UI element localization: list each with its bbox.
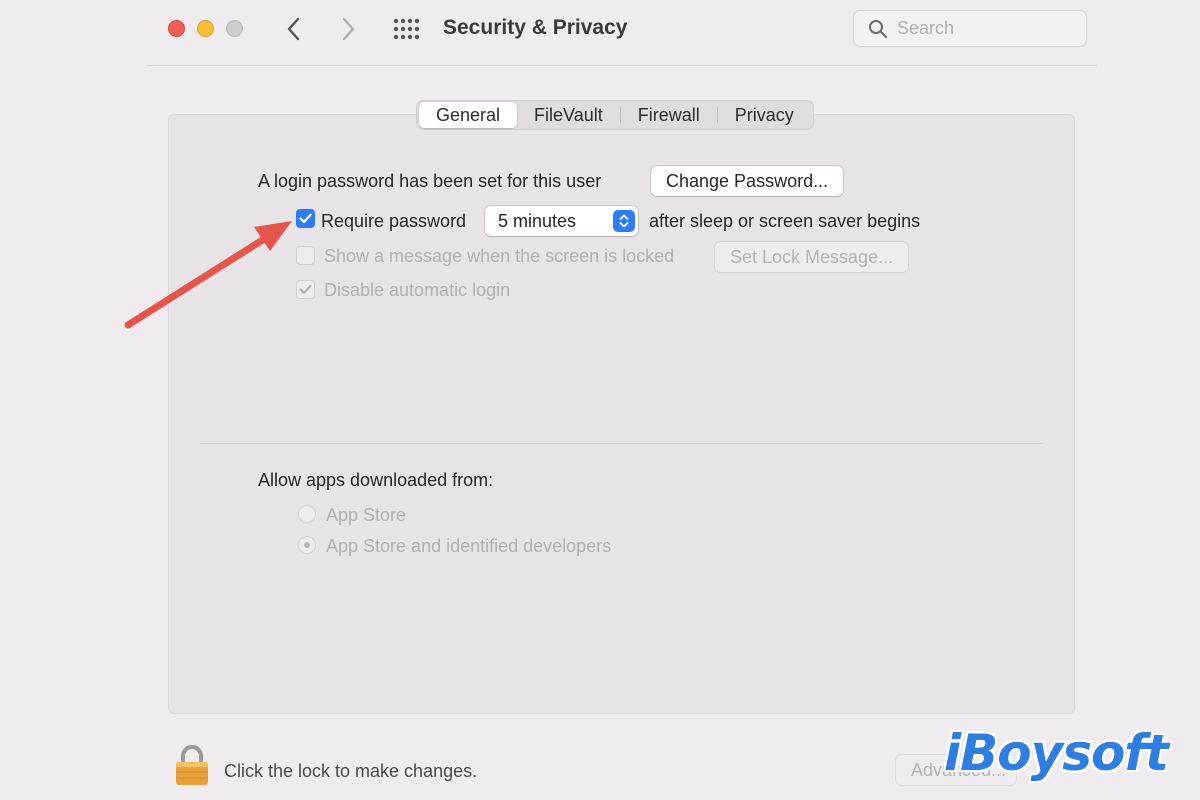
checkmark-icon (299, 284, 312, 294)
radio-app-store-label: App Store (326, 505, 407, 525)
back-button[interactable] (280, 14, 308, 44)
chevron-right-icon (342, 17, 355, 41)
settings-panel (168, 114, 1075, 714)
show-all-button[interactable] (392, 17, 422, 41)
radio-selected-dot (304, 542, 310, 548)
zoom-window-button[interactable] (226, 20, 243, 37)
checkmark-icon (299, 213, 312, 224)
radio-app-store-identified-label: App Store and identified developers (326, 536, 612, 556)
login-password-label: A login password has been set for this u… (258, 171, 602, 191)
radio-app-store-identified[interactable] (298, 536, 316, 554)
forward-button[interactable] (334, 14, 362, 44)
tab-bar: General FileVault Firewall Privacy (416, 100, 814, 130)
tab-privacy[interactable]: Privacy (718, 102, 811, 128)
search-icon (868, 19, 888, 39)
minimize-window-button[interactable] (197, 20, 214, 37)
system-preferences-window: Security & Privacy General FileVault Fir… (0, 0, 1200, 800)
disable-auto-login-label: Disable automatic login (324, 280, 511, 300)
allow-apps-label: Allow apps downloaded from: (258, 470, 494, 490)
lock-message: Click the lock to make changes. (224, 761, 478, 781)
disable-auto-login-checkbox[interactable] (296, 280, 315, 299)
show-message-label: Show a message when the screen is locked (324, 246, 675, 266)
delay-value: 5 minutes (498, 210, 577, 231)
tab-general[interactable]: General (419, 102, 518, 128)
iboysoft-watermark: iBoysoft (944, 724, 1169, 782)
change-password-button[interactable]: Change Password... (651, 166, 844, 196)
window-title: Security & Privacy (443, 16, 628, 39)
tab-filevault[interactable]: FileVault (517, 102, 620, 128)
show-message-checkbox[interactable] (296, 246, 315, 265)
set-lock-message-button[interactable]: Set Lock Message... (715, 242, 909, 272)
tab-firewall[interactable]: Firewall (621, 102, 717, 128)
close-window-button[interactable] (168, 20, 185, 37)
grid-icon (393, 18, 420, 40)
search-field[interactable] (853, 10, 1087, 47)
updown-chevron-icon (613, 210, 635, 232)
require-password-delay-popup[interactable]: 5 minutes (485, 206, 638, 236)
chevron-left-icon (287, 17, 300, 41)
lock-icon[interactable] (174, 744, 210, 786)
require-password-checkbox[interactable] (296, 209, 315, 228)
search-input[interactable] (897, 18, 1067, 39)
radio-app-store[interactable] (298, 505, 316, 523)
require-password-suffix: after sleep or screen saver begins (649, 211, 921, 231)
require-password-label: Require password (321, 211, 467, 231)
section-divider (200, 443, 1042, 444)
